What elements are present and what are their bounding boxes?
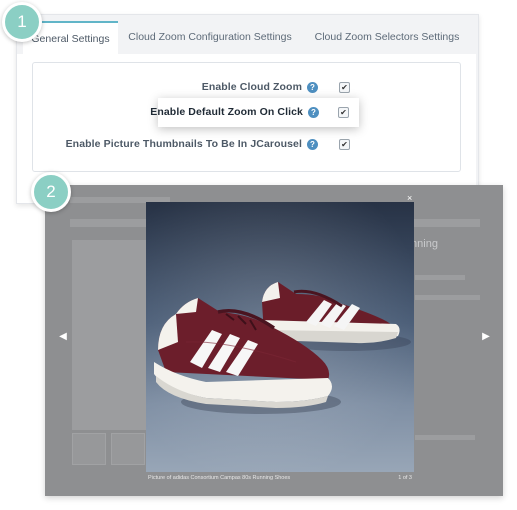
help-icon[interactable]: ?: [307, 82, 318, 93]
setting-row-enable-cloud-zoom-thumbnails: Enable Picture Thumbnails To Be In JCaro…: [33, 134, 350, 156]
tab-cloud-zoom-selectors[interactable]: Cloud Zoom Selectors Settings: [302, 21, 472, 54]
tab-cloud-zoom-configuration[interactable]: Cloud Zoom Configuration Settings: [120, 21, 300, 54]
setting-label: Enable Default Zoom On Click: [150, 106, 303, 118]
setting-row-enable-cloud-zoom: Enable Cloud Zoom ? ✔: [33, 77, 350, 99]
sneakers-photo: [146, 202, 414, 472]
setting-label: Enable Picture Thumbnails To Be In JCaro…: [65, 138, 302, 150]
lightbox-product-image[interactable]: [146, 202, 414, 472]
next-arrow-icon[interactable]: ▶: [481, 331, 491, 343]
help-icon[interactable]: ?: [308, 107, 319, 118]
lightbox-caption-bar: Picture of adidas Consortium Campas 80s …: [146, 472, 414, 486]
lightbox-overlay: Running Picture of adidas Consortium Cam…: [45, 185, 503, 496]
tab-content: Enable Cloud Zoom ? ✔ Enable Picture Thu…: [17, 54, 476, 203]
step-badge-1: 1: [2, 2, 42, 42]
lightbox-caption: Picture of adidas Consortium Campas 80s …: [148, 475, 291, 481]
setting-row-enable-default-zoom-on-click: Enable Default Zoom On Click ? ✔: [150, 98, 359, 127]
lightbox-counter: 1 of 3: [398, 475, 412, 481]
enable-cloud-zoom-checkbox[interactable]: ✔: [339, 82, 350, 93]
enable-thumbnails-jcarousel-checkbox[interactable]: ✔: [339, 139, 350, 150]
setting-label: Enable Cloud Zoom: [201, 81, 302, 93]
help-icon[interactable]: ?: [307, 139, 318, 150]
close-icon[interactable]: ×: [407, 193, 412, 203]
enable-default-zoom-on-click-checkbox[interactable]: ✔: [338, 107, 349, 118]
settings-tabs: General Settings Cloud Zoom Configuratio…: [17, 21, 472, 54]
step-badge-2: 2: [31, 172, 71, 212]
prev-arrow-icon[interactable]: ◀: [58, 331, 68, 343]
